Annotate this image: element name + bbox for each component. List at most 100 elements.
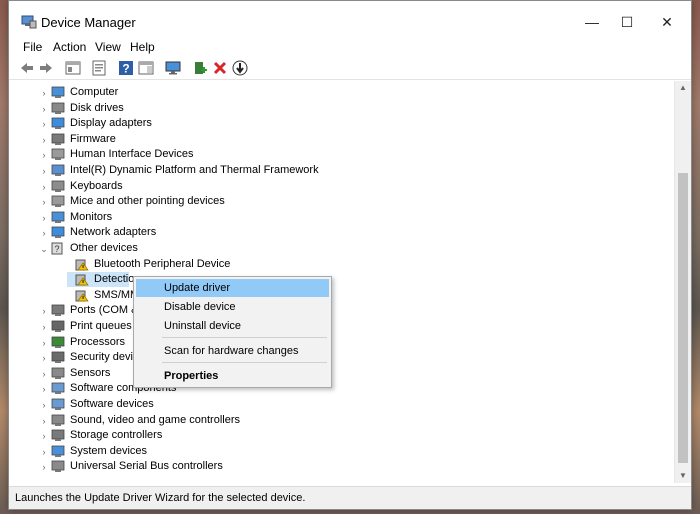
menu-file[interactable]: File xyxy=(23,40,42,54)
context-menu-separator xyxy=(162,337,327,338)
menu-view[interactable]: View xyxy=(95,40,121,54)
context-menu-item-label: Scan for hardware changes xyxy=(164,345,299,357)
add-driver-icon[interactable] xyxy=(192,60,208,76)
back-arrow-icon[interactable] xyxy=(19,60,35,76)
close-button[interactable]: ✕ xyxy=(647,11,687,33)
chevron-right-icon[interactable]: › xyxy=(39,228,49,238)
scroll-thumb[interactable] xyxy=(678,173,688,463)
tree-item-label: System devices xyxy=(70,444,148,457)
tree-item-label: Print queues xyxy=(70,320,132,332)
chevron-right-icon[interactable]: › xyxy=(39,431,49,441)
chevron-right-icon[interactable]: › xyxy=(39,447,49,457)
menu-action[interactable]: Action xyxy=(53,40,86,54)
context-menu-item-scan-for-hardware-changes[interactable]: Scan for hardware changes xyxy=(136,342,329,360)
usb-icon xyxy=(51,460,65,473)
chevron-down-icon[interactable]: ⌄ xyxy=(39,244,49,254)
scroll-up-icon[interactable]: ▲ xyxy=(675,81,691,95)
minimize-button[interactable]: — xyxy=(572,11,612,33)
tree-item-label: Human Interface Devices xyxy=(70,148,194,161)
storage-icon xyxy=(51,429,65,442)
monitor-icon xyxy=(51,211,65,223)
chevron-right-icon[interactable]: › xyxy=(39,135,49,145)
context-menu-item-properties[interactable]: Properties xyxy=(136,367,329,385)
toolbar: ? xyxy=(9,57,691,80)
tree-item-label: Monitors xyxy=(70,210,113,223)
tree-item-label: Ports (COM & xyxy=(70,304,139,317)
chevron-right-icon[interactable]: › xyxy=(39,213,49,223)
update-download-icon[interactable] xyxy=(232,60,248,76)
chevron-right-icon[interactable]: › xyxy=(39,197,49,207)
context-menu-item-label: Properties xyxy=(164,370,219,382)
scroll-down-icon[interactable]: ▼ xyxy=(675,469,691,483)
menu-bar: File Action View Help xyxy=(9,38,691,56)
context-menu-item-update-driver[interactable]: Update driver xyxy=(136,279,329,297)
status-bar: Launches the Update Driver Wizard for th… xyxy=(9,486,691,509)
maximize-button[interactable]: ☐ xyxy=(607,11,647,33)
chevron-right-icon[interactable]: › xyxy=(39,119,49,129)
chevron-right-icon[interactable]: › xyxy=(39,88,49,98)
vertical-scrollbar[interactable]: ▲ ▼ xyxy=(674,81,691,483)
chevron-right-icon[interactable]: › xyxy=(39,400,49,410)
software-icon xyxy=(51,398,65,410)
context-menu-item-label: Update driver xyxy=(164,282,231,294)
tree-item-label: Software devices xyxy=(70,398,154,410)
chevron-right-icon[interactable]: › xyxy=(39,150,49,160)
tree-item-label: Sound, video and game controllers xyxy=(70,413,240,426)
tree-item-label: Network adapters xyxy=(70,226,157,239)
sound-icon xyxy=(51,414,65,426)
tree-item-label: Sensors xyxy=(70,366,111,379)
tree-item-label: Mice and other pointing devices xyxy=(70,195,225,208)
system-icon xyxy=(51,445,65,457)
tree-item-label: Intel(R) Dynamic Platform and Thermal Fr… xyxy=(70,164,319,176)
processor-icon xyxy=(51,336,65,348)
ports-icon xyxy=(51,304,65,317)
intel-icon xyxy=(51,164,65,176)
status-text: Launches the Update Driver Wizard for th… xyxy=(15,492,306,504)
context-menu-item-disable-device[interactable]: Disable device xyxy=(136,298,329,316)
warning-device-icon xyxy=(75,274,89,286)
chevron-right-icon[interactable]: › xyxy=(39,104,49,114)
chevron-right-icon[interactable]: › xyxy=(39,306,49,316)
sensor-icon xyxy=(51,367,65,379)
menu-help[interactable]: Help xyxy=(130,40,155,54)
tree-item-label: Disk drives xyxy=(70,101,124,114)
tree-item-label: Other devices xyxy=(70,242,138,254)
display-icon xyxy=(51,117,65,130)
keyboard-icon xyxy=(51,180,65,192)
context-menu-item-uninstall-device[interactable]: Uninstall device xyxy=(136,317,329,335)
svg-text:?: ? xyxy=(122,62,129,76)
chevron-right-icon[interactable]: › xyxy=(39,182,49,192)
printer-icon xyxy=(51,320,65,332)
action-pane-icon[interactable] xyxy=(138,60,154,76)
firmware-icon xyxy=(51,133,65,145)
show-hide-tree-icon[interactable] xyxy=(65,60,81,76)
forward-arrow-icon[interactable] xyxy=(38,60,54,76)
context-menu-separator xyxy=(162,362,327,363)
disk-icon xyxy=(51,102,65,114)
remove-device-icon[interactable] xyxy=(212,60,228,76)
monitor-icon[interactable] xyxy=(165,60,181,76)
chevron-right-icon[interactable]: › xyxy=(39,462,49,472)
device-manager-app-icon xyxy=(21,15,37,29)
chevron-right-icon[interactable]: › xyxy=(39,416,49,426)
security-icon xyxy=(51,351,65,364)
network-icon xyxy=(51,226,65,239)
properties-icon[interactable] xyxy=(91,60,107,76)
chevron-right-icon[interactable]: › xyxy=(39,353,49,363)
chevron-right-icon[interactable]: › xyxy=(39,338,49,348)
device-manager-window: Device Manager — ☐ ✕ File Action View He… xyxy=(8,0,692,510)
help-icon[interactable]: ? xyxy=(118,60,134,76)
hid-icon xyxy=(51,148,65,161)
tree-item-label: Computer xyxy=(70,86,119,98)
tree-item-label: Firmware xyxy=(70,132,116,145)
software-icon xyxy=(51,382,65,395)
chevron-right-icon[interactable]: › xyxy=(39,384,49,394)
chevron-right-icon[interactable]: › xyxy=(39,322,49,332)
warning-device-icon xyxy=(75,259,89,271)
window-title: Device Manager xyxy=(41,15,136,30)
tree-child-row[interactable]: Detection xyxy=(67,272,140,288)
context-menu: Update driver Disable device Uninstall dev… xyxy=(133,276,332,388)
chevron-right-icon[interactable]: › xyxy=(39,369,49,379)
chevron-right-icon[interactable]: › xyxy=(39,166,49,176)
tree-item-label: Keyboards xyxy=(70,179,123,192)
